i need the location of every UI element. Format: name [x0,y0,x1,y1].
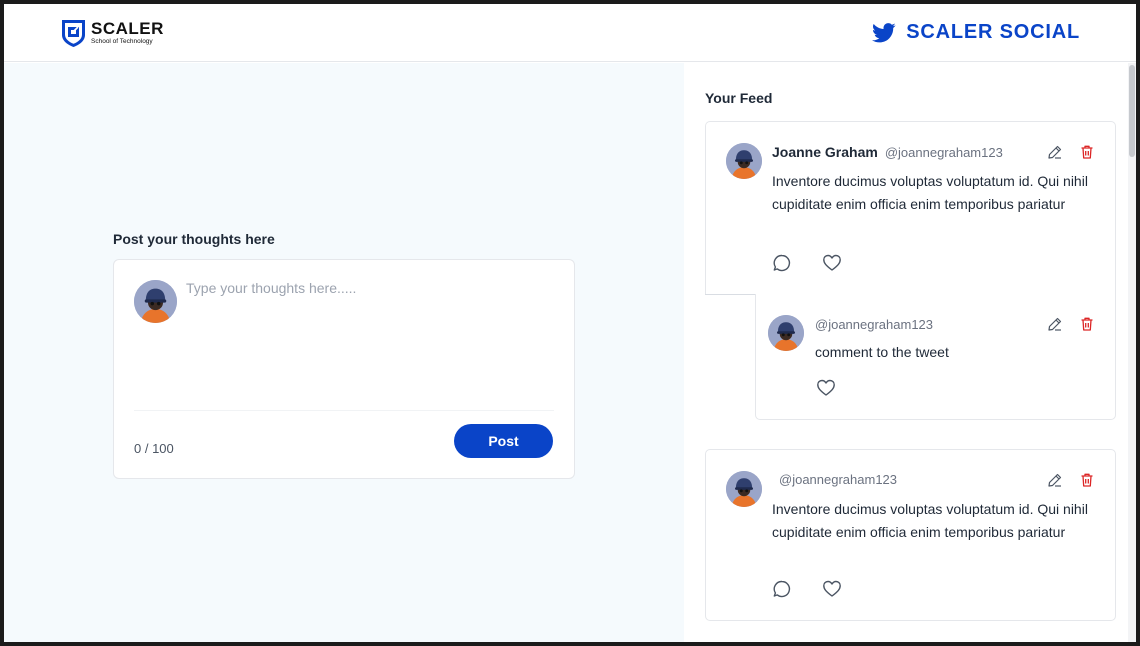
feed-heading: Your Feed [705,90,773,106]
post-text: Inventore ducimus voluptas voluptatum id… [772,173,1088,212]
twitter-bird-icon [872,22,896,42]
scrollbar-thumb[interactable] [1129,65,1135,157]
scaler-shield-icon [62,20,85,47]
edit-icon[interactable] [1047,144,1063,160]
heart-icon[interactable] [816,378,836,398]
comment-icon[interactable] [772,579,792,599]
compose-divider [134,410,554,411]
delete-icon[interactable] [1079,472,1095,488]
heart-icon[interactable] [822,253,842,273]
comment-handle: @joannegraham123 [815,317,934,332]
compose-card: 0 / 100 Post [113,259,575,479]
author-handle: @joannegraham123 [779,472,898,487]
comment-icon[interactable] [772,253,792,273]
edit-icon[interactable] [1047,472,1063,488]
avatar [134,280,177,323]
author-handle: @joannegraham123 [884,145,1003,160]
brand: SCALER SOCIAL [872,21,1080,44]
compose-heading: Post your thoughts here [113,231,275,247]
edit-icon[interactable] [1047,316,1063,332]
thought-input[interactable] [186,280,546,380]
logo-title: SCALER [91,19,164,39]
feed-post: @joannegraham123 Inventore ducimus volup… [705,449,1116,621]
delete-icon[interactable] [1079,144,1095,160]
brand-title: SCALER SOCIAL [906,21,1080,43]
feed-post: Joanne Graham @joannegraham123 Inventore… [705,121,1116,295]
avatar [726,471,762,507]
thread-divider [705,294,755,295]
feed-scrollbar[interactable] [1128,63,1136,642]
post-button[interactable]: Post [454,424,553,458]
logo-subtitle: School of Technology [91,38,153,46]
top-header: SCALER School of Technology SCALER SOCIA… [4,4,1136,62]
compose-pane: Post your thoughts here 0 / 100 Post [4,63,684,642]
scaler-logo[interactable]: SCALER School of Technology [60,18,164,48]
character-counter: 0 / 100 [134,441,174,456]
heart-icon[interactable] [822,579,842,599]
delete-icon[interactable] [1079,316,1095,332]
app-window: SCALER School of Technology SCALER SOCIA… [4,4,1136,642]
avatar [768,315,804,351]
feed-pane: Your Feed Joanne Graham @joannegraham123 [684,63,1136,642]
post-text: Inventore ducimus voluptas voluptatum id… [772,501,1088,540]
comment-card: @joannegraham123 comment to the tweet [755,294,1116,420]
author-name: Joanne Graham [772,144,878,160]
comment-text: comment to the tweet [815,344,949,360]
avatar [726,143,762,179]
